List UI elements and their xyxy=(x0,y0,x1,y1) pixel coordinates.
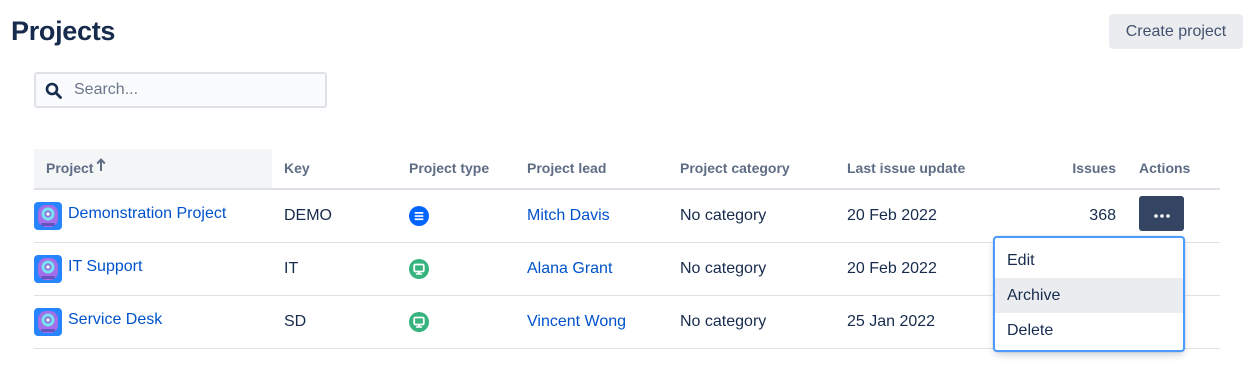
project-name-link[interactable]: Service Desk xyxy=(68,311,162,329)
column-header-project[interactable]: Project xyxy=(34,149,272,188)
column-header-last-update[interactable]: Last issue update xyxy=(847,149,965,188)
service-desk-icon xyxy=(409,312,429,332)
project-category: No category xyxy=(680,260,767,277)
menu-item-edit[interactable]: Edit xyxy=(995,243,1183,278)
create-project-button[interactable]: Create project xyxy=(1109,14,1243,49)
project-key: SD xyxy=(284,313,307,330)
menu-item-delete[interactable]: Delete xyxy=(995,313,1183,348)
project-key: IT xyxy=(284,260,299,277)
last-issue-update: 20 Feb 2022 xyxy=(847,260,937,277)
project-lead-link[interactable]: Alana Grant xyxy=(527,243,612,295)
column-header-label: Project xyxy=(46,160,94,176)
column-header-key[interactable]: Key xyxy=(284,149,310,188)
column-header-lead[interactable]: Project lead xyxy=(527,149,606,188)
business-project-icon xyxy=(409,206,429,226)
project-avatar-icon[interactable] xyxy=(34,255,62,283)
project-avatar-icon[interactable] xyxy=(34,202,62,230)
sort-arrow-up-icon xyxy=(96,148,106,187)
projects-page: Projects Create project Project Key Proj… xyxy=(0,0,1252,368)
column-header-type[interactable]: Project type xyxy=(409,149,489,188)
project-avatar-icon[interactable] xyxy=(34,308,62,336)
search-input[interactable] xyxy=(74,81,314,99)
actions-more-button[interactable] xyxy=(1139,196,1184,231)
service-desk-icon xyxy=(409,259,429,279)
column-header-issues[interactable]: Issues xyxy=(1034,149,1116,188)
project-lead-link[interactable]: Vincent Wong xyxy=(527,296,626,348)
column-header-actions: Actions xyxy=(1139,160,1191,176)
project-key: DEMO xyxy=(284,207,332,224)
project-lead-link[interactable]: Mitch Davis xyxy=(527,190,610,242)
project-name-link[interactable]: Demonstration Project xyxy=(68,205,226,223)
table-header: Project Key Project type Project lead Pr… xyxy=(34,149,1220,190)
project-name-link[interactable]: IT Support xyxy=(68,258,142,276)
page-title: Projects xyxy=(11,16,116,46)
menu-item-archive[interactable]: Archive xyxy=(995,278,1183,313)
last-issue-update: 25 Jan 2022 xyxy=(847,313,936,330)
actions-dropdown-menu: Edit Archive Delete xyxy=(993,236,1185,352)
project-category: No category xyxy=(680,313,767,330)
last-issue-update: 20 Feb 2022 xyxy=(847,207,937,224)
project-category: No category xyxy=(680,207,767,224)
more-horizontal-icon xyxy=(1153,205,1170,223)
search-icon xyxy=(44,81,62,99)
search-box[interactable] xyxy=(34,72,327,108)
issue-count: 368 xyxy=(1089,207,1116,224)
column-header-category[interactable]: Project category xyxy=(680,149,790,188)
